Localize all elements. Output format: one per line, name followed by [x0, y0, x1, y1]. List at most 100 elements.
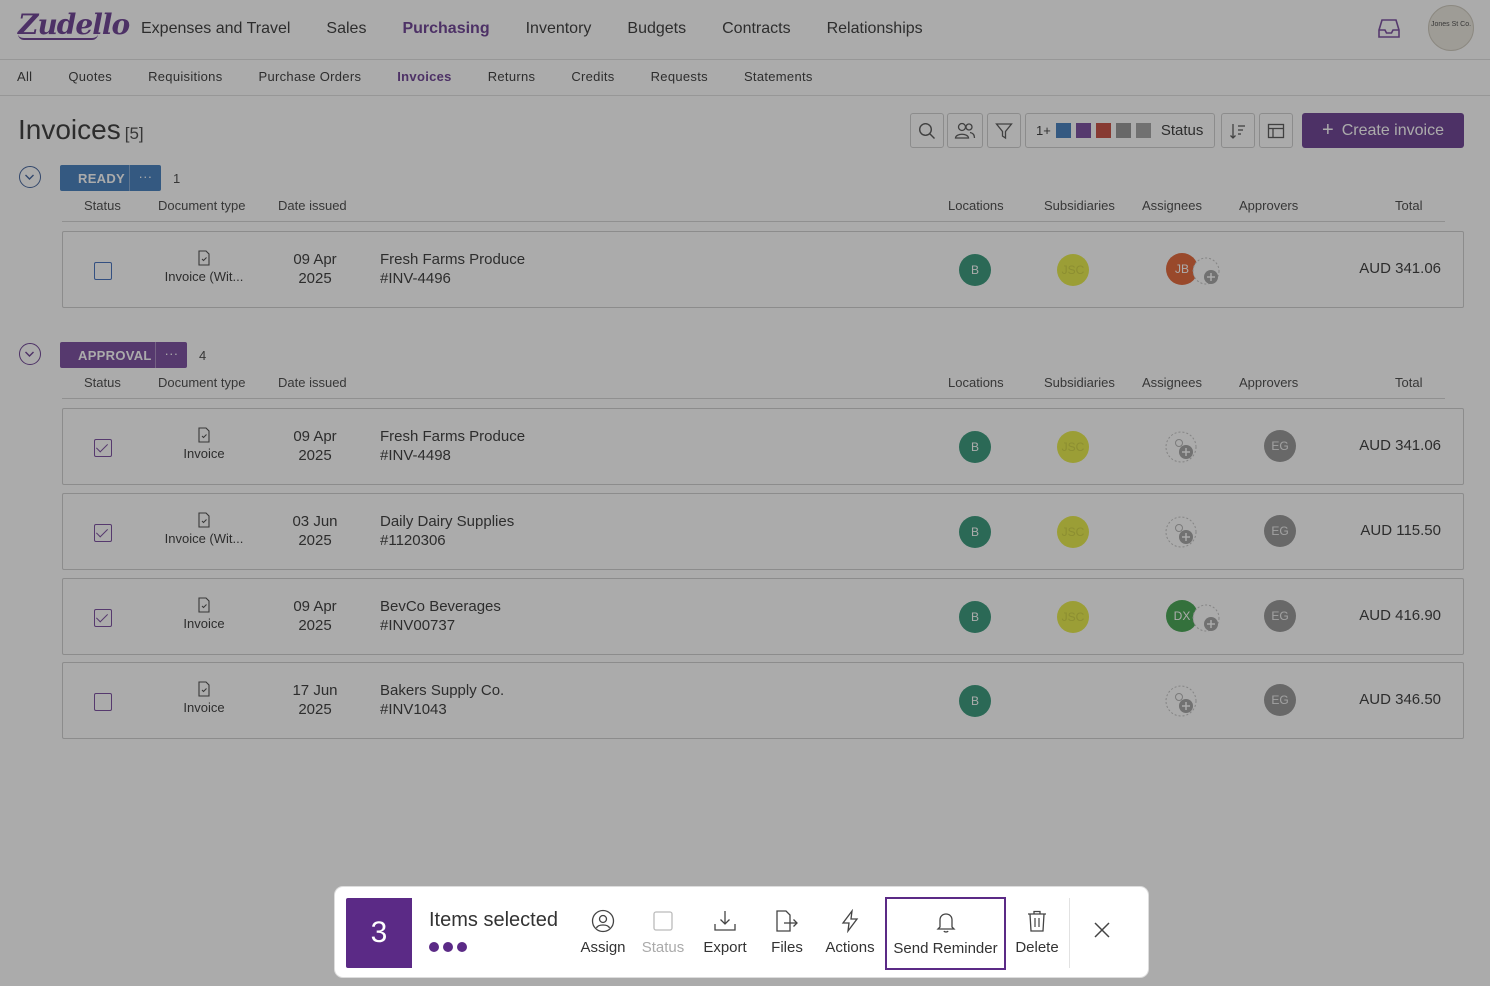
location-avatar[interactable]: B — [959, 431, 991, 463]
approver-avatar[interactable]: EG — [1264, 600, 1296, 632]
supplier-name: Fresh Farms Produce — [380, 428, 526, 445]
nav-contracts[interactable]: Contracts — [704, 18, 808, 40]
ready-status-chip[interactable]: READY ··· — [60, 165, 161, 191]
export-button[interactable]: Export — [699, 909, 751, 959]
document-icon — [198, 681, 210, 697]
table-row[interactable]: Invoice (Wit... 03 Jun 2025 Daily Dairy S… — [62, 493, 1464, 570]
search-button[interactable] — [910, 113, 944, 148]
row-checkbox[interactable] — [94, 439, 112, 457]
subsidiary-avatar[interactable]: JSC — [1057, 601, 1089, 633]
assign-button[interactable]: Assign — [578, 909, 628, 959]
date-day-month: 17 Jun — [292, 682, 338, 699]
location-avatar[interactable]: B — [959, 254, 991, 286]
add-assignee-icon[interactable] — [1191, 256, 1221, 286]
row-checkbox[interactable] — [94, 262, 112, 280]
col-status[interactable]: Status — [84, 198, 121, 213]
subnav-all[interactable]: All — [0, 60, 50, 95]
col-doctype[interactable]: Document type — [158, 198, 245, 213]
col-doctype[interactable]: Document type — [158, 375, 245, 390]
subsidiary-avatar[interactable]: JSC — [1057, 254, 1089, 286]
delete-button[interactable]: Delete — [1012, 909, 1062, 959]
col-subsidiaries[interactable]: Subsidiaries — [1044, 375, 1115, 390]
table-row[interactable]: Invoice 17 Jun 2025 Bakers Supply Co. #INV… — [62, 662, 1464, 739]
org-avatar[interactable]: Jones St Co. — [1428, 5, 1474, 51]
add-assignee-icon[interactable] — [1191, 603, 1221, 633]
subnav-requests[interactable]: Requests — [633, 60, 726, 95]
invoice-ref: #INV1043 — [380, 701, 447, 718]
subnav-invoices[interactable]: Invoices — [379, 60, 469, 95]
table-row[interactable]: Invoice (Wit... 09 Apr 2025 Fresh Farms P… — [62, 231, 1464, 308]
status-filter[interactable]: 1+ Status — [1025, 113, 1215, 148]
nav-expenses-and-travel[interactable]: Expenses and Travel — [123, 18, 308, 40]
subnav-statements[interactable]: Statements — [726, 60, 831, 95]
users-filter-button[interactable] — [947, 113, 983, 148]
document-type-label: Invoice (Wit... — [164, 531, 244, 546]
nav-sales[interactable]: Sales — [308, 18, 384, 40]
nav-inventory[interactable]: Inventory — [508, 18, 610, 40]
document-type-label: Invoice — [183, 446, 225, 461]
col-date[interactable]: Date issued — [278, 198, 347, 213]
add-assignee-icon[interactable] — [1165, 685, 1197, 717]
approval-column-headers: Status Document type Date issued Locatio… — [62, 375, 1445, 399]
send-reminder-button[interactable]: Send Reminder — [885, 897, 1006, 970]
status-swatch-purple — [1075, 123, 1091, 138]
approver-avatar[interactable]: EG — [1264, 684, 1296, 716]
add-assignee-icon[interactable] — [1165, 431, 1197, 463]
layout-button[interactable] — [1259, 113, 1293, 148]
col-approvers[interactable]: Approvers — [1239, 198, 1298, 213]
table-row[interactable]: Invoice 09 Apr 2025 BevCo Beverages #INV00… — [62, 578, 1464, 655]
nav-purchasing[interactable]: Purchasing — [384, 18, 507, 40]
col-locations[interactable]: Locations — [948, 198, 1004, 213]
table-row[interactable]: Invoice 09 Apr 2025 Fresh Farms Produce #I… — [62, 408, 1464, 485]
bell-icon — [935, 913, 956, 933]
create-invoice-button[interactable]: + Create invoice — [1302, 113, 1464, 148]
trash-icon — [1028, 910, 1046, 932]
nav-relationships[interactable]: Relationships — [809, 18, 941, 40]
col-total[interactable]: Total — [1395, 375, 1422, 390]
col-assignees[interactable]: Assignees — [1142, 198, 1202, 213]
more-options-icon[interactable] — [429, 942, 471, 952]
subnav-purchase-orders[interactable]: Purchase Orders — [241, 60, 380, 95]
col-approvers[interactable]: Approvers — [1239, 375, 1298, 390]
files-button[interactable]: Files — [763, 909, 811, 959]
row-checkbox[interactable] — [94, 693, 112, 711]
subnav-requisitions[interactable]: Requisitions — [130, 60, 240, 95]
approval-group-count: 4 — [199, 348, 207, 363]
filter-icon — [995, 122, 1013, 139]
ready-chip-menu-icon[interactable]: ··· — [129, 165, 161, 191]
sort-icon — [1230, 123, 1245, 139]
col-date[interactable]: Date issued — [278, 375, 347, 390]
location-avatar[interactable]: B — [959, 601, 991, 633]
approval-group-toggle[interactable] — [19, 343, 41, 365]
actions-button[interactable]: Actions — [821, 909, 879, 959]
date-issued: 17 Jun 2025 — [275, 681, 355, 719]
inbox-icon[interactable] — [1375, 14, 1403, 42]
nav-budgets[interactable]: Budgets — [609, 18, 704, 40]
approver-avatar[interactable]: EG — [1264, 430, 1296, 462]
subnav-returns[interactable]: Returns — [470, 60, 554, 95]
row-checkbox[interactable] — [94, 524, 112, 542]
location-avatar[interactable]: B — [959, 685, 991, 717]
close-icon[interactable] — [1092, 920, 1112, 940]
subsidiary-avatar[interactable]: JSC — [1057, 516, 1089, 548]
invoice-ref: #INV00737 — [380, 617, 456, 634]
row-checkbox[interactable] — [94, 609, 112, 627]
ready-group-toggle[interactable] — [19, 166, 41, 188]
status-label: Status — [641, 939, 685, 956]
location-avatar[interactable]: B — [959, 516, 991, 548]
col-subsidiaries[interactable]: Subsidiaries — [1044, 198, 1115, 213]
sort-button[interactable] — [1221, 113, 1255, 148]
subnav-quotes[interactable]: Quotes — [50, 60, 130, 95]
col-assignees[interactable]: Assignees — [1142, 375, 1202, 390]
subnav-credits[interactable]: Credits — [553, 60, 632, 95]
approval-status-chip[interactable]: APPROVAL ··· — [60, 342, 187, 368]
subsidiary-avatar[interactable]: JSC — [1057, 431, 1089, 463]
col-status[interactable]: Status — [84, 375, 121, 390]
add-assignee-icon[interactable] — [1165, 516, 1197, 548]
approval-chip-menu-icon[interactable]: ··· — [155, 342, 187, 368]
filter-button[interactable] — [987, 113, 1021, 148]
approver-avatar[interactable]: EG — [1264, 515, 1296, 547]
col-locations[interactable]: Locations — [948, 375, 1004, 390]
col-total[interactable]: Total — [1395, 198, 1422, 213]
approval-chip-label: APPROVAL — [78, 347, 152, 363]
